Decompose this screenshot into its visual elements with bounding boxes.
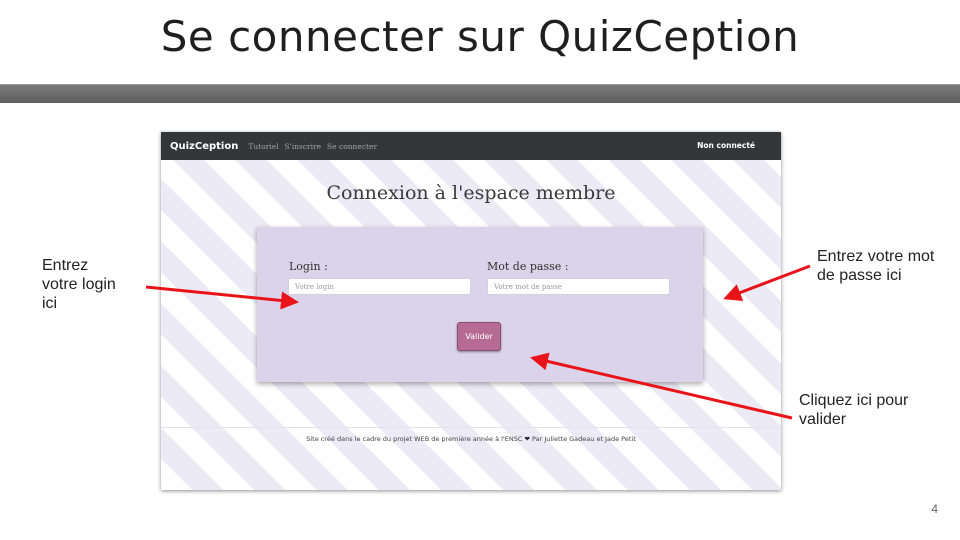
- arrow-to-submit-button: [530, 352, 793, 420]
- page-number: 4: [931, 502, 938, 516]
- annotation-arrows: [145, 264, 811, 420]
- arrow-to-password-input: [723, 264, 811, 302]
- arrow-to-login-input: [145, 285, 299, 310]
